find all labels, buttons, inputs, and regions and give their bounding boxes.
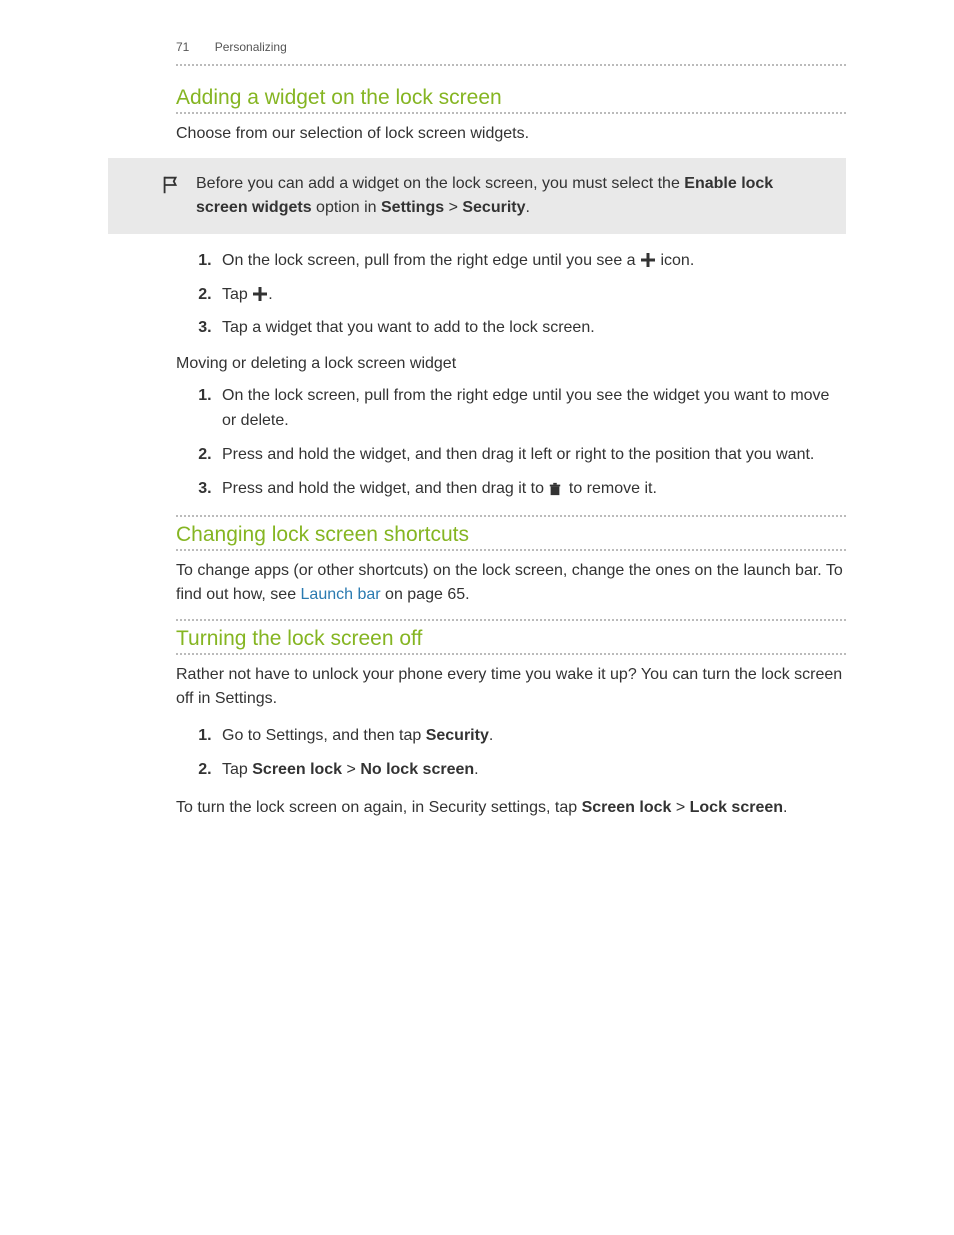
step-2: Tap . bbox=[216, 282, 846, 308]
subheading-move-delete: Moving or deleting a lock screen widget bbox=[176, 355, 846, 373]
o-post: . bbox=[783, 799, 787, 816]
tstep-2: Tap Screen lock > No lock screen. bbox=[216, 757, 846, 783]
section-title-turn-off: Turning the lock screen off bbox=[176, 619, 846, 655]
step2-pre: Tap bbox=[222, 286, 252, 303]
note-end: . bbox=[526, 199, 530, 216]
page-header: 71 Personalizing bbox=[176, 40, 846, 66]
t2-pre: Tap bbox=[222, 761, 252, 778]
o-gt: > bbox=[671, 799, 689, 816]
section-title-add-widget: Adding a widget on the lock screen bbox=[176, 86, 846, 114]
add-widget-steps: On the lock screen, pull from the right … bbox=[176, 248, 846, 341]
t1-post: . bbox=[489, 727, 493, 744]
t2-b2: No lock screen bbox=[360, 761, 474, 778]
note-text: Before you can add a widget on the lock … bbox=[196, 172, 828, 220]
t1-bold: Security bbox=[426, 727, 489, 744]
launch-bar-link[interactable]: Launch bar bbox=[301, 586, 381, 603]
step2-post: . bbox=[268, 286, 272, 303]
move-delete-steps: On the lock screen, pull from the right … bbox=[176, 383, 846, 501]
o-b2: Lock screen bbox=[690, 799, 783, 816]
header-section: Personalizing bbox=[215, 40, 287, 54]
tstep-1: Go to Settings, and then tap Security. bbox=[216, 723, 846, 749]
t2-gt: > bbox=[342, 761, 360, 778]
flag-icon bbox=[160, 174, 182, 220]
step-3: Tap a widget that you want to add to the… bbox=[216, 315, 846, 341]
plus-icon bbox=[252, 285, 268, 301]
turn-off-steps: Go to Settings, and then tap Security. T… bbox=[176, 723, 846, 782]
section2-body: To change apps (or other shortcuts) on t… bbox=[176, 559, 846, 607]
plus-icon bbox=[640, 251, 656, 267]
step1-post: icon. bbox=[656, 252, 694, 269]
sec2-pre: To change apps (or other shortcuts) on t… bbox=[176, 562, 843, 603]
section3-outro: To turn the lock screen on again, in Sec… bbox=[176, 796, 846, 820]
mstep3-post: to remove it. bbox=[564, 480, 656, 497]
section3-intro: Rather not have to unlock your phone eve… bbox=[176, 663, 846, 711]
section1-intro: Choose from our selection of lock screen… bbox=[176, 122, 846, 146]
sec2-post: on page 65. bbox=[381, 586, 470, 603]
note-security: Security bbox=[462, 199, 525, 216]
note-gt: > bbox=[444, 199, 462, 216]
page-number: 71 bbox=[176, 40, 189, 54]
mstep-2: Press and hold the widget, and then drag… bbox=[216, 442, 846, 468]
t2-post: . bbox=[474, 761, 478, 778]
step1-pre: On the lock screen, pull from the right … bbox=[222, 252, 640, 269]
trash-icon bbox=[548, 479, 564, 495]
o-pre: To turn the lock screen on again, in Sec… bbox=[176, 799, 582, 816]
t1-pre: Go to Settings, and then tap bbox=[222, 727, 426, 744]
note-pre: Before you can add a widget on the lock … bbox=[196, 175, 684, 192]
note-settings: Settings bbox=[381, 199, 444, 216]
note-box: Before you can add a widget on the lock … bbox=[108, 158, 846, 234]
manual-page: 71 Personalizing Adding a widget on the … bbox=[0, 0, 954, 1235]
step-1: On the lock screen, pull from the right … bbox=[216, 248, 846, 274]
o-b1: Screen lock bbox=[582, 799, 672, 816]
note-mid: option in bbox=[312, 199, 381, 216]
mstep-1: On the lock screen, pull from the right … bbox=[216, 383, 846, 434]
mstep-3: Press and hold the widget, and then drag… bbox=[216, 476, 846, 502]
section-title-shortcuts: Changing lock screen shortcuts bbox=[176, 515, 846, 551]
mstep3-pre: Press and hold the widget, and then drag… bbox=[222, 480, 548, 497]
t2-b1: Screen lock bbox=[252, 761, 342, 778]
